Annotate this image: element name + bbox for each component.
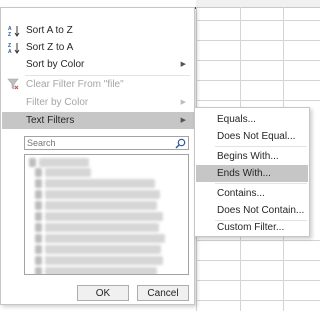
grid-line [196,280,320,281]
checkbox[interactable] [35,245,42,254]
menu-item-sort-z-to-a[interactable]: Z A Sort Z to A [2,39,194,56]
submenu-item-equals[interactable]: Equals... [196,111,308,128]
list-item[interactable] [45,267,157,274]
grid-line [196,260,320,261]
list-item[interactable] [45,234,165,243]
list-item[interactable] [45,223,159,232]
submenu-item-label: Ends With... [217,168,271,179]
submenu-item-label: Custom Filter... [217,222,285,233]
sort-descending-icon: Z A [8,43,20,54]
checkbox[interactable] [29,158,36,167]
checkbox[interactable] [35,201,42,210]
search-box[interactable] [24,136,189,150]
submenu-item-label: Begins With... [217,151,279,162]
grid-line [196,20,320,21]
checkbox[interactable] [35,234,42,243]
submenu-item-begins-with[interactable]: Begins With... [196,148,308,165]
chevron-right-icon: ▶ [180,99,186,106]
grid-line [196,40,320,41]
grid-line [196,240,320,241]
grid-line [196,100,320,101]
chevron-right-icon: ▶ [180,117,186,124]
list-item[interactable] [45,212,163,221]
list-item[interactable] [39,158,89,167]
checkbox[interactable] [35,190,42,199]
submenu-item-label: Does Not Contain... [217,205,305,216]
search-icon [175,138,186,149]
menu-separator [215,183,307,184]
ok-button[interactable]: OK [77,285,129,301]
checkbox[interactable] [35,212,42,221]
submenu-item-contains[interactable]: Contains... [196,185,308,202]
svg-text:A: A [8,49,12,54]
list-item[interactable] [45,179,155,188]
menu-item-sort-by-color[interactable]: Sort by Color ▶ [2,56,194,73]
clear-filter-icon [7,78,19,90]
list-item[interactable] [45,168,91,177]
checkbox[interactable] [35,223,42,232]
menu-item-text-filters[interactable]: Text Filters ▶ [2,112,194,129]
text-filters-submenu: Equals... Does Not Equal... Begins With.… [194,107,310,237]
menu-item-label: Clear Filter From "file" [26,79,124,90]
submenu-item-label: Does Not Equal... [217,131,296,142]
checkbox[interactable] [35,267,42,274]
search-input[interactable] [27,137,172,149]
filter-dropdown-panel: A Z Sort A to Z Z A Sort Z to A Sort by … [0,7,195,305]
submenu-item-does-not-contain[interactable]: Does Not Contain... [196,202,308,219]
list-item[interactable] [45,190,160,199]
checkbox[interactable] [35,256,42,265]
list-item[interactable] [45,245,161,254]
column-headers [196,0,320,8]
grid-line [196,60,320,61]
sort-ascending-icon: A Z [8,26,20,37]
menu-item-label: Sort A to Z [26,25,73,36]
cancel-button[interactable]: Cancel [137,285,189,301]
menu-item-label: Text Filters [26,115,75,126]
grid-line [196,80,320,81]
submenu-item-label: Equals... [217,114,256,125]
menu-separator [215,146,307,147]
list-item[interactable] [45,256,163,265]
grid-line [196,300,320,301]
checkbox[interactable] [35,168,42,177]
menu-item-sort-a-to-z[interactable]: A Z Sort A to Z [2,22,194,39]
filter-values-list[interactable] [24,154,189,275]
submenu-item-does-not-equal[interactable]: Does Not Equal... [196,128,308,145]
menu-item-label: Sort Z to A [26,42,74,53]
submenu-item-label: Contains... [217,188,265,199]
menu-item-clear-filter[interactable]: Clear Filter From "file" [2,76,194,93]
checkbox[interactable] [35,179,42,188]
menu-item-filter-by-color[interactable]: Filter by Color ▶ [2,94,194,111]
submenu-item-ends-with[interactable]: Ends With... [196,165,308,182]
menu-item-label: Filter by Color [26,97,89,108]
menu-item-label: Sort by Color [26,59,85,70]
submenu-item-custom-filter[interactable]: Custom Filter... [196,219,308,236]
chevron-right-icon: ▶ [180,61,186,68]
list-item[interactable] [45,201,157,210]
svg-text:Z: Z [8,32,11,37]
